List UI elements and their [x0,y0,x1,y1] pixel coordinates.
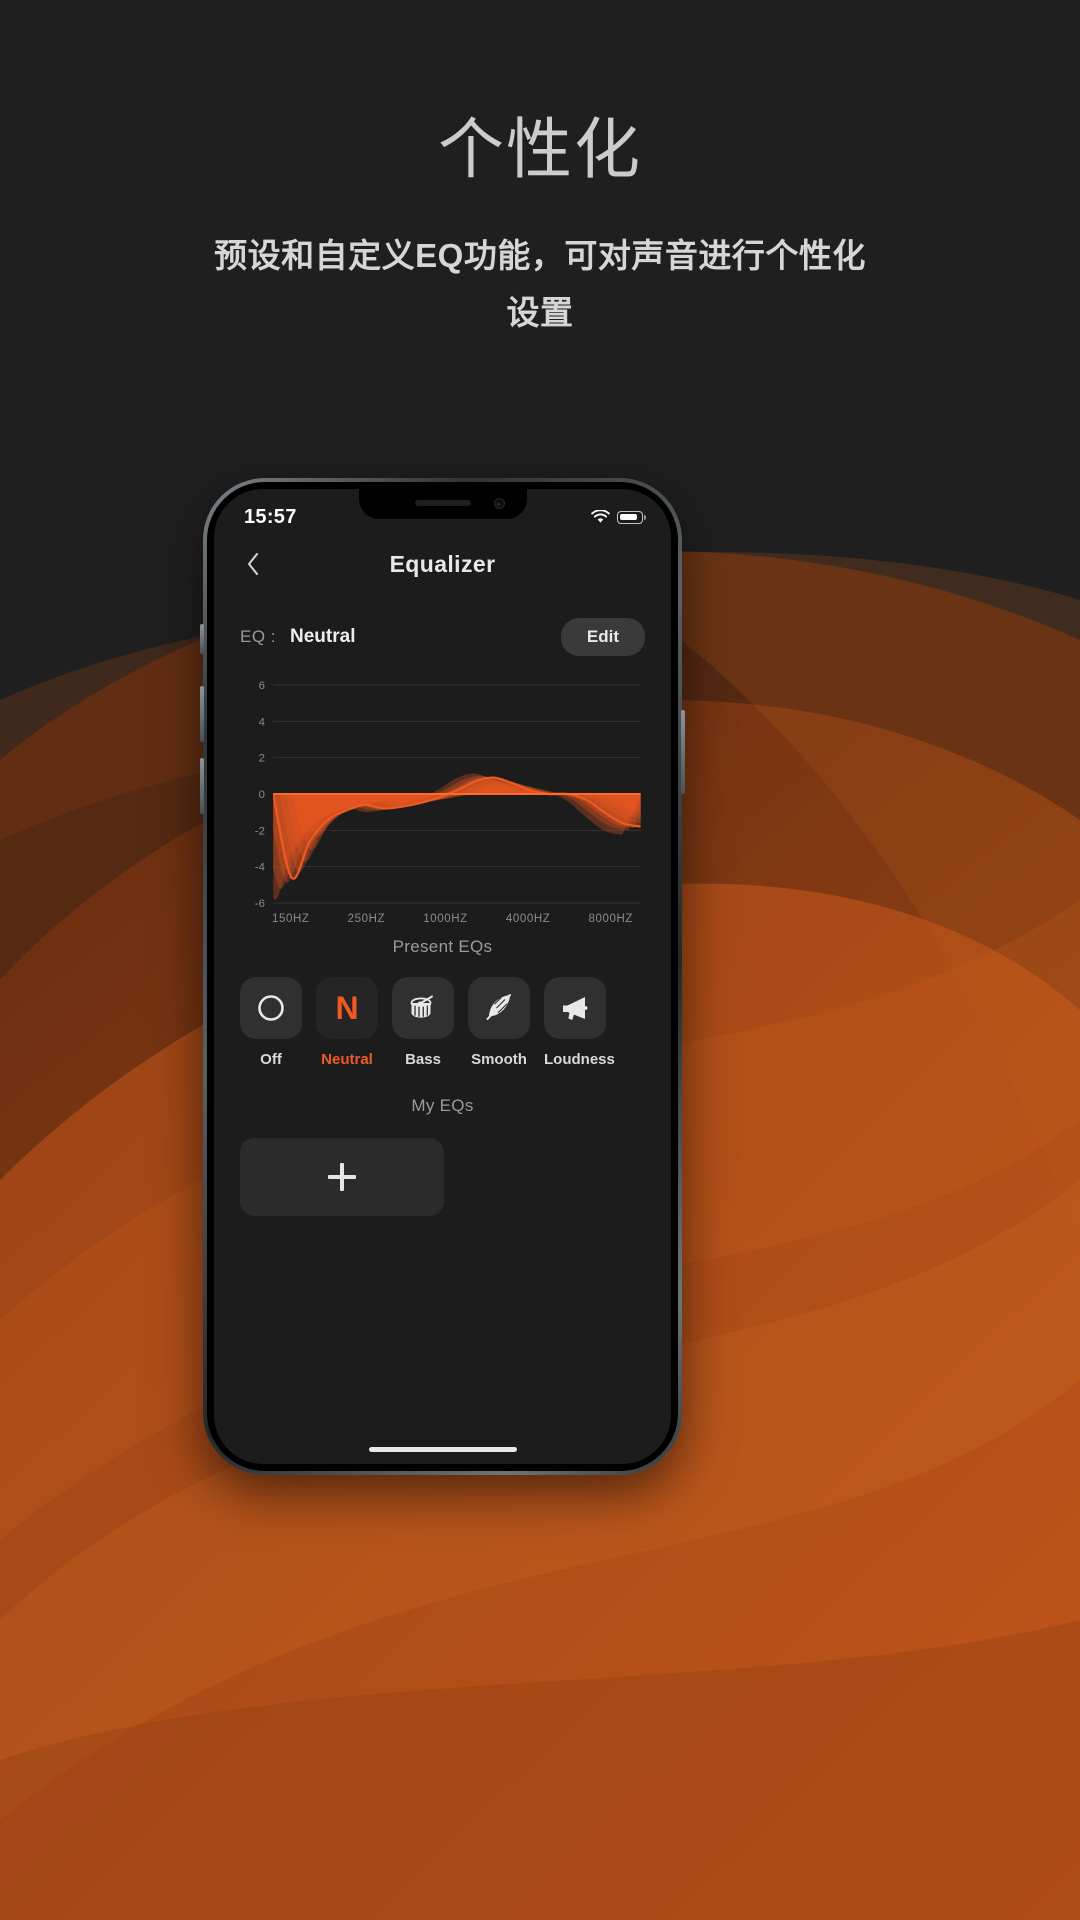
preset-tile: N [316,977,378,1039]
x-tick: 250HZ [347,913,386,925]
present-eqs-title: Present EQs [392,937,493,956]
preset-loudness[interactable]: Loudness [544,977,615,1068]
letter-n-icon: N [335,990,359,1026]
x-tick: 150HZ [272,913,310,925]
promo-page: 个性化 预设和自定义EQ功能，可对声音进行个性化设置 15:57 Equaliz… [0,0,1080,1920]
svg-text:4: 4 [259,716,265,728]
preset-tile [240,977,302,1039]
chart-y-tick-labels: 6 4 2 0 -2 -4 -6 [255,680,265,909]
chart-series [273,773,641,900]
svg-text:6: 6 [259,680,265,692]
phone-screen: 15:57 Equalizer EQ: Neutral Edit 6 4 2 … [214,489,671,1464]
notch [358,489,527,519]
preset-label: Neutral [321,1051,373,1068]
page-title: 个性化 [438,112,642,186]
my-eqs-title: My EQs [411,1096,474,1115]
svg-text:-6: -6 [255,898,265,909]
preset-off[interactable]: Off [240,977,302,1068]
eq-chart-svg: 6 4 2 0 -2 -4 -6 [255,680,641,909]
preset-label: Off [260,1051,282,1068]
preset-bass[interactable]: Bass [392,977,454,1068]
nav-bar: Equalizer [214,535,671,593]
preset-tile [392,977,454,1039]
add-eq-button[interactable] [240,1138,444,1216]
plus-icon [328,1163,356,1191]
plus-horizontal [328,1175,356,1179]
battery-icon [617,510,646,524]
chevron-left-icon [248,553,258,575]
feather-icon [486,994,511,1020]
phone-mockup: 15:57 Equalizer EQ: Neutral Edit 6 4 2 … [200,478,685,1475]
back-button[interactable] [236,547,270,581]
status-time: 15:57 [244,505,297,528]
volume-up-button[interactable] [200,686,204,742]
eq-current-value: Neutral [290,626,356,647]
eq-header-row: EQ : Neutral Edit [214,593,671,657]
chart-x-tick-labels: 150HZ 250HZ 1000HZ 4000HZ 8000HZ [272,913,633,925]
preset-tile [468,977,530,1039]
eq-chart[interactable]: 6 4 2 0 -2 -4 -6 150HZ 250HZ 1000HZ 4000HZ 800… [236,679,649,925]
preset-label: Bass [405,1051,441,1068]
circle-outline-icon [258,995,284,1021]
x-tick: 4000HZ [505,913,551,925]
front-camera-icon [493,498,505,509]
volume-down-button[interactable] [200,758,204,814]
preset-tile [544,977,606,1039]
home-indicator[interactable] [368,1447,517,1452]
preset-smooth[interactable]: Smooth [468,977,530,1068]
svg-text:2: 2 [259,753,265,765]
wifi-icon [591,510,610,523]
megaphone-icon [563,997,588,1020]
svg-text:-4: -4 [255,862,265,874]
preset-list: Off N Neutral Bass Smooth Loudness [214,957,671,1068]
x-tick: 1000HZ [423,913,468,925]
eq-label: EQ : [240,627,277,646]
mute-switch[interactable] [200,624,204,654]
svg-text:-2: -2 [255,825,265,837]
page-subtitle: 预设和自定义EQ功能，可对声音进行个性化设置 [214,236,866,332]
status-indicators [591,510,646,524]
preset-label: Smooth [471,1051,527,1068]
edit-button[interactable]: Edit [560,618,645,656]
screen-title: Equalizer [389,550,496,577]
x-tick: 8000HZ [588,913,633,925]
hero: 个性化 预设和自定义EQ功能，可对声音进行个性化设置 [0,0,1080,342]
earpiece-speaker [414,500,471,506]
svg-text:0: 0 [259,789,265,801]
power-button[interactable] [681,710,685,794]
app-content: EQ : Neutral Edit 6 4 2 0 -2 -4 -6 150HZ… [214,593,671,1464]
battery-fill [619,513,637,521]
preset-neutral[interactable]: N Neutral [316,977,378,1068]
preset-label: Loudness [544,1051,615,1068]
drum-icon [410,995,433,1018]
